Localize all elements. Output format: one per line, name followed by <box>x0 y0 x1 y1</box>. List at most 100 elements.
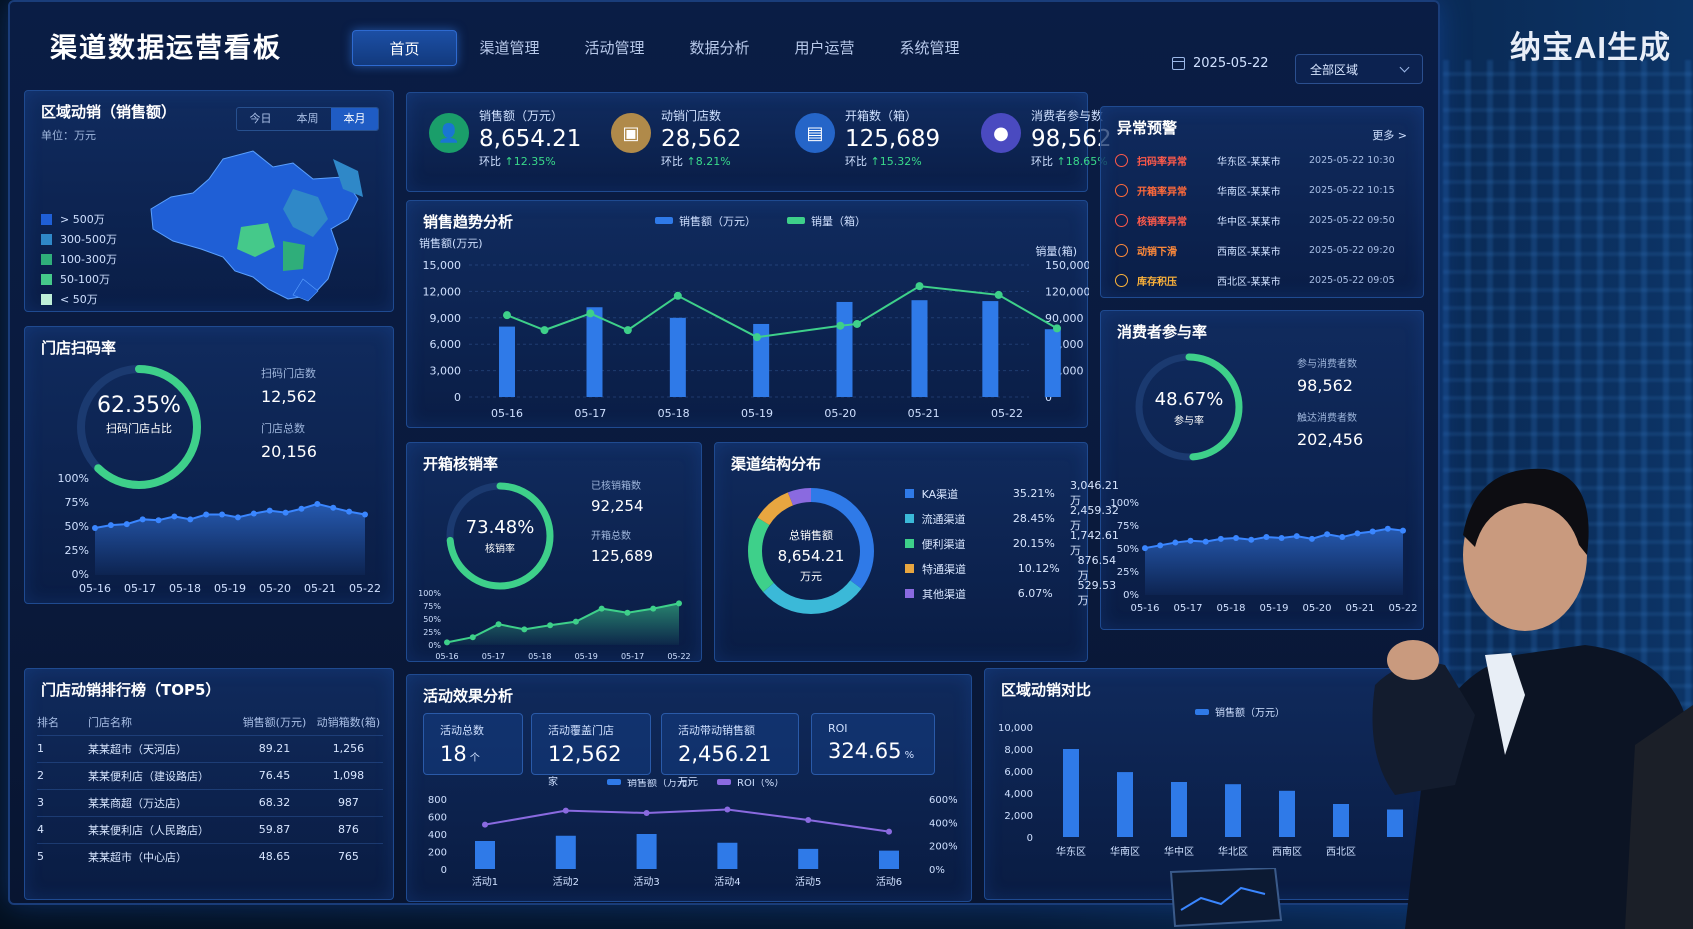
x-tick-label: 华中区 <box>1164 845 1194 858</box>
channel-panel: 渠道结构分布 总销售额 8,654.21 万元 KA渠道 35.21% 3,046.… <box>714 442 1119 662</box>
legend-swatch-sales <box>607 779 621 785</box>
stat-value: 324.65 % <box>828 739 918 763</box>
kpi-text: 销售额（万元） 8,654.21 环比 ↑12.35% <box>479 107 581 169</box>
alert-item[interactable]: 核销率异常 华中区-某某市 2025-05-22 09:50 <box>1115 211 1395 229</box>
channel-center: 总销售额 8,654.21 万元 <box>741 527 881 584</box>
roi-point <box>643 810 650 816</box>
warning-icon <box>1115 273 1128 287</box>
table-row[interactable]: 3 某某商超（万达店） 68.32 987 <box>37 788 383 816</box>
table-row[interactable]: 2 某某便利店（建设路店） 76.45 1,098 <box>37 761 383 789</box>
table-row[interactable]: 4 某某便利店（人民路店） 59.87 876 <box>37 815 383 843</box>
change-value: ↑15.32% <box>870 155 922 168</box>
legend-swatch <box>905 539 914 548</box>
y-tick-label: 0% <box>72 568 89 581</box>
open-total-value: 125,689 <box>591 547 654 565</box>
alert-type: 扫码率异常 <box>1137 156 1187 168</box>
nav-item-3[interactable]: 数据分析 <box>667 30 772 66</box>
legend-roi: ROI（%） <box>737 779 784 789</box>
user-icon: 👤 <box>429 113 469 153</box>
y-tick-label: 6,000 <box>430 338 462 351</box>
volume-point <box>853 319 861 328</box>
open-total-label: 开箱总数 <box>591 531 631 542</box>
channel-name: 便利渠道 <box>921 537 966 551</box>
area-point <box>282 509 289 516</box>
x-tick-label: 05-18 <box>658 407 690 420</box>
alert-time: 2025-05-22 09:05 <box>1309 274 1395 286</box>
table-cell: 876 <box>313 815 383 843</box>
map-legend-item: < 50万 <box>41 289 117 309</box>
date-display[interactable]: 2025-05-22 <box>1172 56 1269 71</box>
alert-time: 2025-05-22 10:15 <box>1309 184 1395 196</box>
alert-item[interactable]: 库存积压 西北区-某某市 2025-05-22 09:05 <box>1115 271 1395 289</box>
alerts-more-link[interactable]: 更多 > <box>1372 127 1407 143</box>
consumer-rate-title: 消费者参与率 <box>1117 323 1208 341</box>
channel-pct: 28.45% <box>1012 512 1055 525</box>
roi-point <box>482 821 488 828</box>
region-select[interactable]: 全部区域 <box>1295 54 1423 84</box>
alert-region: 华中区-某某市 <box>1217 216 1281 228</box>
region-bar <box>1171 782 1187 837</box>
alerts-panel: 异常预警 更多 > 扫码率异常 华东区-某某市 2025-05-22 10:30 开箱… <box>1100 106 1424 298</box>
region-bar <box>1117 772 1133 837</box>
volume-point <box>540 326 549 335</box>
x-tick-label: 05-22 <box>349 582 381 595</box>
x-tick-label: 05-19 <box>1259 603 1288 614</box>
period-tab-1[interactable]: 本周 <box>284 108 331 130</box>
roi-point <box>805 817 812 823</box>
alert-item[interactable]: 开箱率异常 华南区-某某市 2025-05-22 10:15 <box>1115 181 1395 199</box>
china-map[interactable] <box>143 149 373 307</box>
stat-unit: 个 <box>466 753 480 764</box>
small-monitor <box>1169 868 1283 928</box>
channel-pct: 20.15% <box>1012 537 1055 550</box>
kpi-label: 销售额（万元） <box>479 109 564 123</box>
main-nav: 首页 渠道管理 活动管理 数据分析 用户运营 系统管理 <box>352 30 982 66</box>
channel-legend: KA渠道 35.21% 3,046.21万 流通渠道 28.45% 2,459.32万 便利… <box>905 479 1127 607</box>
open-rate-center: 73.48% 核销率 <box>443 517 557 555</box>
area-point <box>123 521 130 528</box>
legend-swatch <box>41 293 52 305</box>
x-tick-label: 05-16 <box>491 407 523 420</box>
consumer-rate-label: 参与率 <box>1174 416 1204 427</box>
area-point <box>1324 531 1331 538</box>
table-row[interactable]: 1 某某超市（天河店） 89.21 1,256 <box>37 734 383 762</box>
channel-legend-item: KA渠道 35.21% 3,046.21万 <box>905 479 1127 507</box>
kpi-change: 环比 ↑8.21% <box>661 153 741 169</box>
nav-item-4[interactable]: 用户运营 <box>772 30 877 66</box>
area-point <box>250 510 257 517</box>
alert-item[interactable]: 扫码率异常 华东区-某某市 2025-05-22 10:30 <box>1115 151 1395 169</box>
x-tick-label: 活动4 <box>714 876 740 888</box>
area-fill <box>95 503 365 575</box>
activity-panel: 活动效果分析 活动总数 18 个活动覆盖门店 12,562 家活动带动销售额 2,45… <box>406 674 972 902</box>
verified-value: 92,254 <box>591 497 644 515</box>
alert-item[interactable]: 动销下滑 西南区-某某市 2025-05-22 09:20 <box>1115 241 1395 259</box>
period-tab-0[interactable]: 今日 <box>237 108 284 130</box>
area-point <box>1142 545 1148 552</box>
volume-point <box>994 290 1003 299</box>
y2-axis-label: 销量(箱) <box>1035 244 1077 258</box>
warning-icon <box>1115 153 1128 167</box>
stat-number: 18 <box>440 742 467 766</box>
volume-point <box>586 309 595 318</box>
period-tab-2[interactable]: 本月 <box>331 108 378 130</box>
table-cell: 3 <box>37 788 89 816</box>
nav-item-0[interactable]: 首页 <box>352 30 457 66</box>
nav-item-1[interactable]: 渠道管理 <box>457 30 562 66</box>
open-rate-value: 73.48% <box>465 517 535 538</box>
area-point <box>1157 542 1164 549</box>
y-tick-label: 0% <box>428 641 441 650</box>
nav-item-5[interactable]: 系统管理 <box>877 30 982 66</box>
y-tick-label: 0 <box>1027 833 1033 844</box>
date-text: 2025-05-22 <box>1193 56 1269 71</box>
table-row[interactable]: 5 某某超市（中心店） 48.65 765 <box>37 842 383 870</box>
x-tick-label: 05-19 <box>741 407 773 420</box>
change-value: ↑8.21% <box>686 155 731 168</box>
area-point <box>1263 534 1270 541</box>
x-tick-label: 05-16 <box>1130 603 1159 614</box>
x-tick-label: 西南区 <box>1272 845 1302 858</box>
x-tick-label: 05-17 <box>574 407 606 420</box>
y-axis-label: 销售额(万元) <box>419 236 483 250</box>
nav-item-2[interactable]: 活动管理 <box>562 30 667 66</box>
kpi-change: 环比 ↑15.32% <box>845 153 940 169</box>
legend-label: < 50万 <box>60 293 98 306</box>
area-point <box>155 517 162 524</box>
